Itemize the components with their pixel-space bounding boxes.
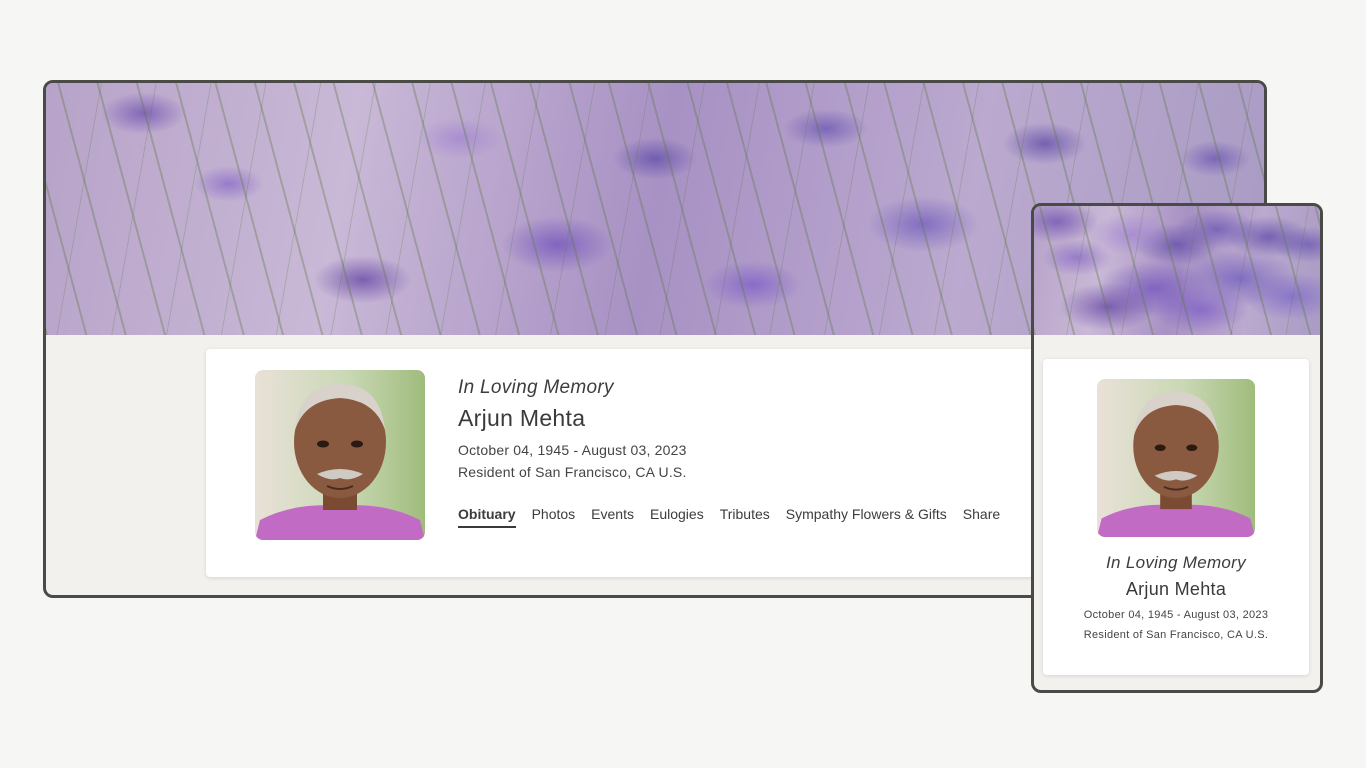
memorial-header-card: In Loving Memory Arjun Mehta October 04,…	[206, 349, 1046, 577]
tab-obituary[interactable]: Obituary	[458, 506, 516, 528]
memorial-portrait-photo	[1097, 379, 1255, 537]
deceased-name: Arjun Mehta	[1125, 579, 1227, 599]
tab-photos[interactable]: Photos	[532, 506, 576, 528]
memorial-info: In Loving Memory Arjun Mehta October 04,…	[458, 377, 687, 480]
tab-sympathy-flowers-gifts[interactable]: Sympathy Flowers & Gifts	[786, 506, 947, 528]
deceased-name: Arjun Mehta	[458, 405, 586, 431]
life-dates: October 04, 1945 - August 03, 2023	[458, 442, 687, 458]
memorial-tab-nav: Obituary Photos Events Eulogies Tributes…	[458, 506, 1000, 528]
residence-text: Resident of San Francisco, CA U.S.	[458, 464, 687, 480]
mobile-preview-frame: In Loving Memory Arjun Mehta October 04,…	[1031, 203, 1323, 693]
memorial-tagline: In Loving Memory	[1106, 553, 1246, 572]
lavender-banner-image	[1034, 206, 1320, 335]
memorial-info: In Loving Memory Arjun Mehta October 04,…	[1043, 553, 1309, 641]
tab-eulogies[interactable]: Eulogies	[650, 506, 704, 528]
life-dates: October 04, 1945 - August 03, 2023	[1083, 609, 1269, 621]
tab-tributes[interactable]: Tributes	[720, 506, 770, 528]
tab-events[interactable]: Events	[591, 506, 634, 528]
residence-text: Resident of San Francisco, CA U.S.	[1083, 629, 1269, 641]
memorial-portrait-photo	[255, 370, 425, 540]
memorial-header-card: In Loving Memory Arjun Mehta October 04,…	[1043, 359, 1309, 675]
tab-share[interactable]: Share	[963, 506, 1000, 528]
memorial-tagline: In Loving Memory	[458, 377, 614, 398]
